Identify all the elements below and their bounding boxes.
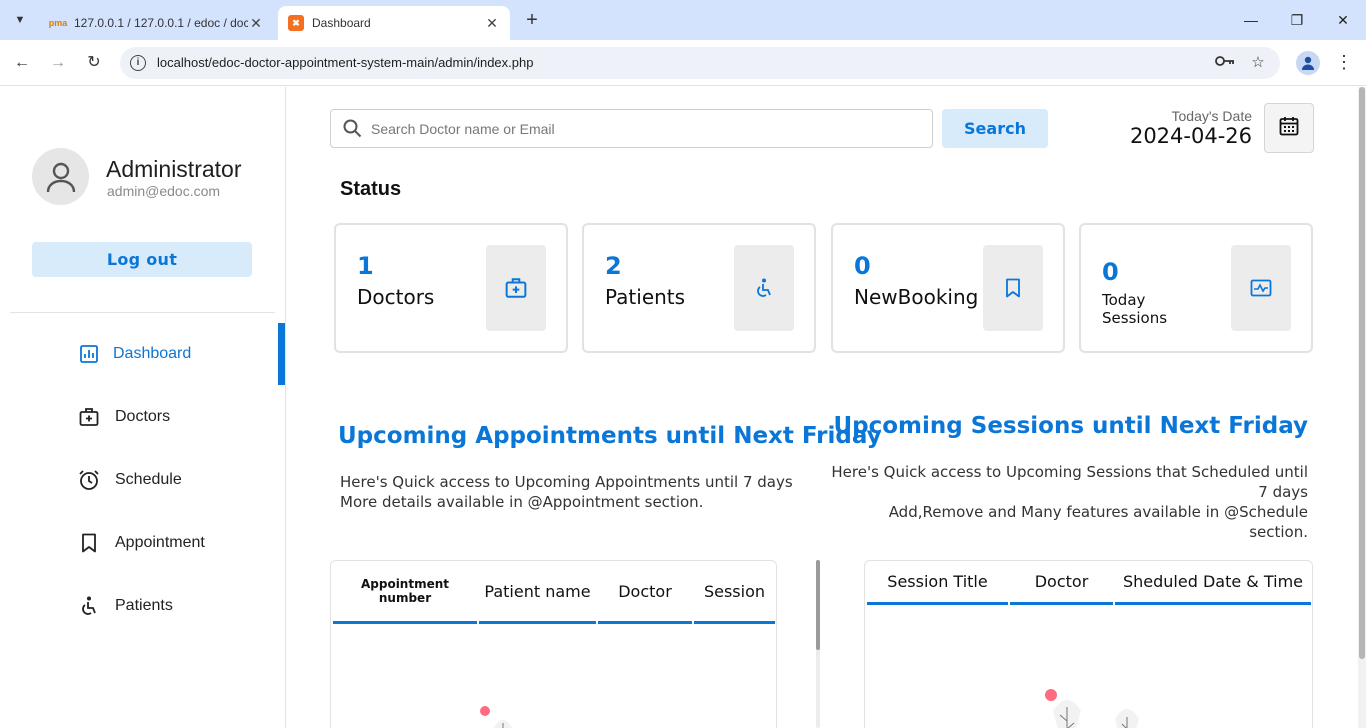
status-label: Patients (605, 285, 686, 309)
session-icon (1231, 245, 1291, 331)
sidebar-item-appointment[interactable]: Appointment (0, 513, 286, 573)
phpmyadmin-icon: pma (48, 18, 68, 28)
status-label: NewBooking (854, 285, 979, 309)
table-header-appointment-number[interactable]: Appointment number (333, 561, 477, 624)
minimize-icon[interactable]: — (1228, 8, 1274, 32)
status-label: Doctors (357, 285, 435, 309)
status-count: 0 (1102, 258, 1119, 286)
table-header-doctor[interactable]: Doctor (1010, 561, 1113, 605)
sessions-desc-line: Here's Quick access to Upcoming Sessions… (831, 463, 1308, 501)
appointments-heading: Upcoming Appointments until Next Friday (338, 423, 882, 449)
page-scrollbar[interactable] (1358, 87, 1366, 728)
scroll-thumb[interactable] (816, 560, 820, 650)
status-count: 2 (605, 252, 622, 280)
back-icon[interactable]: ← (9, 50, 35, 76)
page: Administrator admin@edoc.com Log out Das… (0, 87, 1366, 728)
status-card-patients: 2 Patients (582, 223, 816, 353)
sessions-description: Here's Quick access to Upcoming Sessions… (828, 462, 1308, 542)
search-icon (343, 119, 362, 143)
sessions-desc-line: Add,Remove and Many features available i… (888, 503, 1308, 541)
tab-search-chevron-icon[interactable]: ▼ (8, 8, 32, 32)
wheelchair-icon (78, 595, 100, 617)
scroll-thumb[interactable] (1359, 87, 1365, 659)
empty-state-illustration (480, 706, 513, 728)
appointments-table: Appointment number Patient name Doctor S… (330, 560, 777, 728)
browser-tab-dashboard[interactable]: ✖ Dashboard ✕ (278, 6, 510, 40)
search-field[interactable] (330, 109, 933, 148)
close-tab-icon[interactable]: ✕ (484, 15, 500, 32)
table-header-scheduled-date[interactable]: Sheduled Date & Time (1115, 561, 1311, 605)
main-content: Search Today's Date 2024-04-26 Status 1 … (286, 87, 1366, 728)
browser-tab-phpmyadmin[interactable]: pma 127.0.0.1 / 127.0.0.1 / edoc / docto… (40, 6, 274, 40)
status-label: Today Sessions (1102, 291, 1168, 327)
admin-name: Administrator (106, 156, 242, 182)
wheelchair-icon (734, 245, 794, 331)
address-bar[interactable]: i localhost/edoc-doctor-appointment-syst… (120, 47, 1280, 79)
status-heading: Status (340, 178, 402, 200)
appointments-desc-line: Here's Quick access to Upcoming Appointm… (340, 473, 793, 491)
bookmark-star-icon[interactable]: ☆ (1248, 53, 1268, 73)
url-text: localhost/edoc-doctor-appointment-system… (157, 55, 534, 70)
table-header-patient-name[interactable]: Patient name (479, 561, 596, 624)
table-header-session-title[interactable]: Session Title (867, 561, 1008, 605)
password-key-icon[interactable] (1215, 53, 1235, 73)
table-scrollbar[interactable] (816, 560, 820, 728)
status-card-today-sessions: 0 Today Sessions (1079, 223, 1313, 353)
user-avatar-icon (32, 148, 89, 205)
sidebar-item-label: Dashboard (113, 345, 192, 362)
browser-toolbar: ← → ↻ i localhost/edoc-doctor-appointmen… (0, 40, 1366, 86)
sidebar-item-label: Patients (115, 597, 173, 614)
profile-avatar-icon[interactable] (1296, 51, 1320, 75)
sidebar-item-dashboard[interactable]: Dashboard (0, 324, 286, 384)
calendar-icon (1279, 116, 1299, 141)
sidebar-divider (10, 312, 275, 313)
tab-title: 127.0.0.1 / 127.0.0.1 / edoc / doctor (74, 16, 248, 30)
active-indicator (278, 323, 285, 385)
date-label: Today's Date (1171, 108, 1253, 124)
status-count: 0 (854, 252, 871, 280)
sidebar-item-schedule[interactable]: Schedule (0, 450, 286, 510)
restore-icon[interactable]: ❐ (1274, 8, 1320, 32)
appointments-description: Here's Quick access to Upcoming Appointm… (340, 472, 800, 512)
alarm-clock-icon (78, 469, 100, 491)
doctor-kit-icon (486, 245, 546, 331)
search-input[interactable] (371, 118, 911, 140)
search-button[interactable]: Search (942, 109, 1048, 148)
logout-button[interactable]: Log out (32, 242, 252, 277)
status-card-newbooking: 0 NewBooking (831, 223, 1065, 353)
date-value: 2024-04-26 (1129, 124, 1252, 148)
tab-title: Dashboard (312, 16, 371, 30)
dashboard-icon (78, 343, 100, 365)
sidebar-item-label: Schedule (115, 471, 182, 488)
close-window-icon[interactable]: ✕ (1320, 8, 1366, 32)
sessions-table: Session Title Doctor Sheduled Date & Tim… (864, 560, 1313, 728)
bookmark-icon (983, 245, 1043, 331)
reload-icon[interactable]: ↻ (81, 50, 107, 76)
sidebar-item-label: Appointment (115, 534, 205, 551)
doctor-kit-icon (78, 406, 100, 428)
sidebar-item-doctors[interactable]: Doctors (0, 387, 286, 447)
browser-tabbar: ▼ pma 127.0.0.1 / 127.0.0.1 / edoc / doc… (0, 0, 1366, 40)
sessions-heading: Upcoming Sessions until Next Friday (833, 413, 1308, 439)
sidebar: Administrator admin@edoc.com Log out Das… (0, 87, 286, 728)
status-count: 1 (357, 252, 374, 280)
table-header-session[interactable]: Session (694, 561, 775, 624)
xampp-icon: ✖ (288, 15, 304, 31)
forward-icon[interactable]: → (45, 50, 71, 76)
new-tab-icon[interactable]: + (520, 8, 544, 32)
table-header-doctor[interactable]: Doctor (598, 561, 692, 624)
admin-email: admin@edoc.com (107, 183, 221, 199)
close-tab-icon[interactable]: ✕ (248, 15, 264, 32)
empty-state-illustration (1045, 689, 1139, 728)
browser-menu-icon[interactable]: ⋮ (1334, 51, 1354, 75)
sidebar-item-label: Doctors (115, 408, 171, 425)
site-info-icon[interactable]: i (130, 55, 146, 71)
calendar-button[interactable] (1264, 103, 1314, 153)
status-card-doctors: 1 Doctors (334, 223, 568, 353)
bookmark-icon (78, 532, 100, 554)
appointments-desc-line: More details available in @Appointment s… (340, 493, 704, 511)
sidebar-item-patients[interactable]: Patients (0, 576, 286, 636)
